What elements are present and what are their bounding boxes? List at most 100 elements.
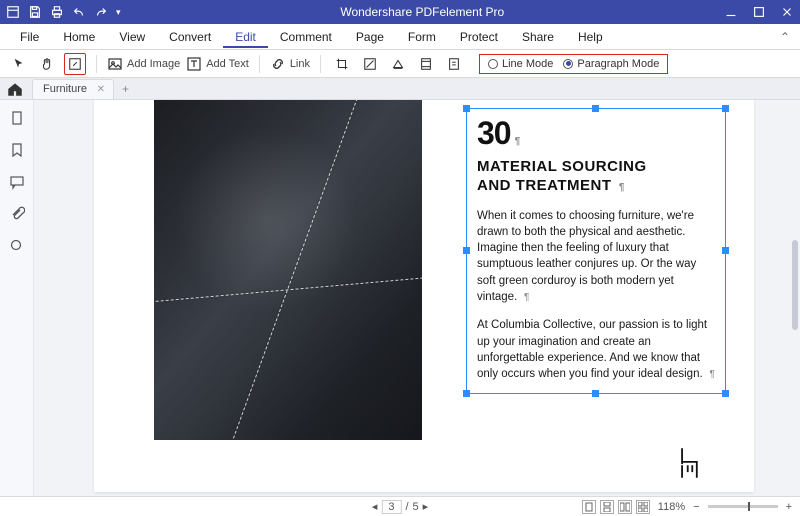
add-image-label: Add Image xyxy=(127,58,180,70)
radio-selected-icon xyxy=(563,59,573,69)
hand-tool-icon[interactable] xyxy=(36,53,58,75)
chair-graphic-icon xyxy=(676,446,704,480)
edit-object-tool-icon[interactable] xyxy=(64,53,86,75)
continuous-view-icon[interactable] xyxy=(600,500,614,514)
leather-image[interactable] xyxy=(154,100,422,440)
select-tool-icon[interactable] xyxy=(8,53,30,75)
header-footer-icon[interactable] xyxy=(415,53,437,75)
close-tab-icon[interactable]: ✕ xyxy=(97,84,105,95)
selection-handle[interactable] xyxy=(463,247,470,254)
page-number-heading: 30 xyxy=(477,115,511,151)
titlebar: ▾ Wondershare PDFelement Pro xyxy=(0,0,800,24)
print-icon[interactable] xyxy=(50,5,64,19)
zoom-out-icon[interactable]: − xyxy=(693,501,699,513)
zoom-value[interactable]: 118% xyxy=(658,501,685,513)
menu-convert[interactable]: Convert xyxy=(157,26,223,48)
pilcrow-icon: ¶ xyxy=(515,136,520,147)
menu-file[interactable]: File xyxy=(8,26,51,48)
next-page-icon[interactable]: ▸ xyxy=(423,500,429,513)
pdf-page: 30 ¶ MATERIAL SOURCING AND TREATMENT ¶ Wh… xyxy=(94,100,754,492)
menu-protect[interactable]: Protect xyxy=(448,26,510,48)
save-icon[interactable] xyxy=(28,5,42,19)
undo-icon[interactable] xyxy=(72,5,86,19)
collapse-ribbon-icon[interactable]: ⌃ xyxy=(780,30,790,44)
page-current[interactable]: 3 xyxy=(381,500,401,514)
minimize-button[interactable] xyxy=(724,5,738,19)
menubar: File Home View Convert Edit Comment Page… xyxy=(0,24,800,50)
selection-handle[interactable] xyxy=(463,105,470,112)
divider xyxy=(96,55,97,73)
vertical-scrollbar[interactable] xyxy=(792,240,798,330)
new-tab-button[interactable]: + xyxy=(122,82,129,96)
search-panel-icon[interactable] xyxy=(9,238,25,254)
add-text-label: Add Text xyxy=(206,58,249,70)
app-title: Wondershare PDFelement Pro xyxy=(121,5,724,19)
bates-numbering-icon[interactable] xyxy=(443,53,465,75)
pilcrow-icon: ¶ xyxy=(707,369,715,380)
menu-form[interactable]: Form xyxy=(396,26,448,48)
watermark-tool-icon[interactable] xyxy=(359,53,381,75)
text-icon xyxy=(186,56,202,72)
single-page-view-icon[interactable] xyxy=(582,500,596,514)
view-mode-group xyxy=(582,500,650,514)
menu-home[interactable]: Home xyxy=(51,26,107,48)
app-menu-icon[interactable] xyxy=(6,5,20,19)
image-icon xyxy=(107,56,123,72)
menu-comment[interactable]: Comment xyxy=(268,26,344,48)
redo-icon[interactable] xyxy=(94,5,108,19)
pilcrow-icon: ¶ xyxy=(521,292,529,303)
line-mode-label: Line Mode xyxy=(502,58,553,70)
status-bar: ◂ 3 / 5 ▸ 118% − + xyxy=(0,496,800,516)
maximize-button[interactable] xyxy=(752,5,766,19)
body-paragraph-1: When it comes to choosing furniture, we'… xyxy=(477,210,696,304)
menu-page[interactable]: Page xyxy=(344,26,396,48)
main-area: 30 ¶ MATERIAL SOURCING AND TREATMENT ¶ Wh… xyxy=(0,100,800,496)
comments-panel-icon[interactable] xyxy=(9,174,25,190)
crop-tool-icon[interactable] xyxy=(331,53,353,75)
link-icon xyxy=(270,56,286,72)
quick-access-toolbar: ▾ xyxy=(6,5,121,19)
zoom-in-icon[interactable]: + xyxy=(786,501,792,513)
add-image-button[interactable]: Add Image xyxy=(107,56,180,72)
line-mode-radio[interactable]: Line Mode xyxy=(488,58,553,70)
section-title-line2: AND TREATMENT xyxy=(477,177,612,194)
document-tabs: Furniture ✕ + xyxy=(0,78,800,100)
edit-mode-group: Line Mode Paragraph Mode xyxy=(479,54,668,74)
page-indicator: ◂ 3 / 5 ▸ xyxy=(372,500,428,514)
body-paragraph-2: At Columbia Collective, our passion is t… xyxy=(477,319,707,380)
menu-help[interactable]: Help xyxy=(566,26,615,48)
thumbnails-panel-icon[interactable] xyxy=(9,110,25,126)
attachments-panel-icon[interactable] xyxy=(9,206,25,222)
menu-edit[interactable]: Edit xyxy=(223,26,268,48)
home-tab-icon[interactable] xyxy=(6,80,24,98)
link-label: Link xyxy=(290,58,310,70)
menu-share[interactable]: Share xyxy=(510,26,566,48)
add-text-button[interactable]: Add Text xyxy=(186,56,249,72)
radio-icon xyxy=(488,59,498,69)
document-canvas[interactable]: 30 ¶ MATERIAL SOURCING AND TREATMENT ¶ Wh… xyxy=(34,100,800,496)
document-tab[interactable]: Furniture ✕ xyxy=(32,79,114,99)
edit-toolbar: Add Image Add Text Link Line Mode Paragr… xyxy=(0,50,800,78)
selection-handle[interactable] xyxy=(463,390,470,397)
selection-handle[interactable] xyxy=(722,105,729,112)
left-sidebar xyxy=(0,100,34,496)
selection-handle[interactable] xyxy=(722,247,729,254)
two-page-continuous-icon[interactable] xyxy=(636,500,650,514)
paragraph-mode-radio[interactable]: Paragraph Mode xyxy=(563,58,659,70)
divider xyxy=(259,55,260,73)
link-button[interactable]: Link xyxy=(270,56,310,72)
zoom-slider[interactable] xyxy=(708,505,778,508)
menu-view[interactable]: View xyxy=(107,26,157,48)
background-tool-icon[interactable] xyxy=(387,53,409,75)
page-sep: / xyxy=(405,501,408,513)
prev-page-icon[interactable]: ◂ xyxy=(372,500,378,513)
bookmarks-panel-icon[interactable] xyxy=(9,142,25,158)
divider xyxy=(320,55,321,73)
two-page-view-icon[interactable] xyxy=(618,500,632,514)
selected-text-block[interactable]: 30 ¶ MATERIAL SOURCING AND TREATMENT ¶ Wh… xyxy=(466,108,726,394)
selection-handle[interactable] xyxy=(592,390,599,397)
selection-handle[interactable] xyxy=(722,390,729,397)
close-button[interactable] xyxy=(780,5,794,19)
section-title-line1: MATERIAL SOURCING xyxy=(477,158,647,175)
selection-handle[interactable] xyxy=(592,105,599,112)
